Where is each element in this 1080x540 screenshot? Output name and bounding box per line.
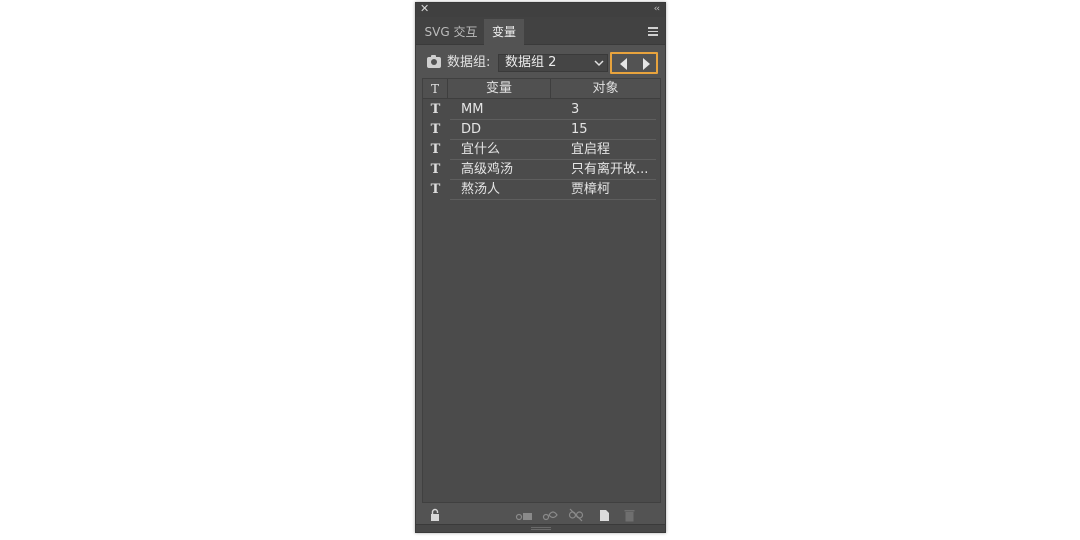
panel-resize-strip[interactable]	[416, 524, 665, 532]
camera-icon[interactable]	[427, 55, 441, 68]
dataset-nav-group	[610, 52, 658, 74]
dataset-label: 数据组:	[447, 55, 491, 70]
bound-object: 只有离开故...	[571, 162, 649, 177]
variables-panel: ✕ ‹‹ SVG 交互 变量 数据组: 数据组 2 T 变量 对象 T MM 3…	[415, 2, 666, 533]
panel-tab-bar: SVG 交互 变量	[416, 17, 665, 45]
unbind-variable-icon[interactable]	[568, 508, 584, 522]
dataset-row: 数据组: 数据组 2	[416, 52, 665, 74]
lock-icon[interactable]	[430, 508, 440, 522]
text-variable-icon: T	[430, 102, 441, 117]
close-icon[interactable]: ✕	[420, 2, 429, 16]
bound-object: 贾樟柯	[571, 182, 611, 197]
dataset-dropdown[interactable]: 数据组 2	[498, 54, 608, 72]
table-header: T 变量 对象	[423, 79, 660, 99]
column-header-object[interactable]: 对象	[551, 79, 660, 99]
dataset-selected-value: 数据组 2	[505, 55, 557, 70]
column-header-type[interactable]: T	[423, 79, 448, 99]
table-row[interactable]: T 高级鸡汤 只有离开故...	[423, 160, 660, 180]
column-header-variable[interactable]: 变量	[448, 79, 551, 99]
tab-svg-interactivity[interactable]: SVG 交互	[418, 19, 484, 45]
panel-footer-toolbar	[416, 505, 665, 525]
triangle-right-icon[interactable]	[636, 57, 656, 71]
triangle-left-icon[interactable]	[614, 57, 634, 71]
tab-variables[interactable]: 变量	[484, 19, 524, 45]
table-row[interactable]: T 熬汤人 贾樟柯	[423, 180, 660, 200]
bound-object: 15	[571, 122, 588, 137]
table-row[interactable]: T MM 3	[423, 100, 660, 120]
new-variable-icon[interactable]	[599, 508, 610, 522]
variable-name: 高级鸡汤	[461, 162, 514, 177]
table-row[interactable]: T DD 15	[423, 120, 660, 140]
panel-titlebar: ✕ ‹‹	[416, 2, 665, 17]
text-variable-icon: T	[430, 182, 441, 197]
collapse-panel-icon[interactable]: ‹‹	[654, 3, 660, 16]
variable-name: 熬汤人	[461, 182, 501, 197]
variable-name: MM	[461, 102, 484, 117]
table-row[interactable]: T 宜什么 宜启程	[423, 140, 660, 160]
variables-table: T 变量 对象 T MM 3 T DD 15 T 宜什么 宜启程 T 高级鸡汤 …	[422, 78, 661, 503]
variable-name: 宜什么	[461, 142, 501, 157]
hamburger-menu-icon[interactable]	[648, 27, 658, 36]
variable-name: DD	[461, 122, 482, 137]
chevron-down-icon	[594, 60, 604, 67]
make-visibility-dynamic-icon[interactable]	[514, 508, 534, 522]
bound-object: 宜启程	[571, 142, 611, 157]
bound-object: 3	[571, 102, 580, 117]
text-variable-icon: T	[430, 162, 441, 177]
resize-grip-icon[interactable]	[531, 527, 551, 530]
text-variable-icon: T	[430, 142, 441, 157]
text-variable-icon: T	[430, 122, 441, 137]
make-object-dynamic-icon[interactable]	[541, 508, 559, 522]
trash-icon[interactable]	[624, 508, 635, 522]
